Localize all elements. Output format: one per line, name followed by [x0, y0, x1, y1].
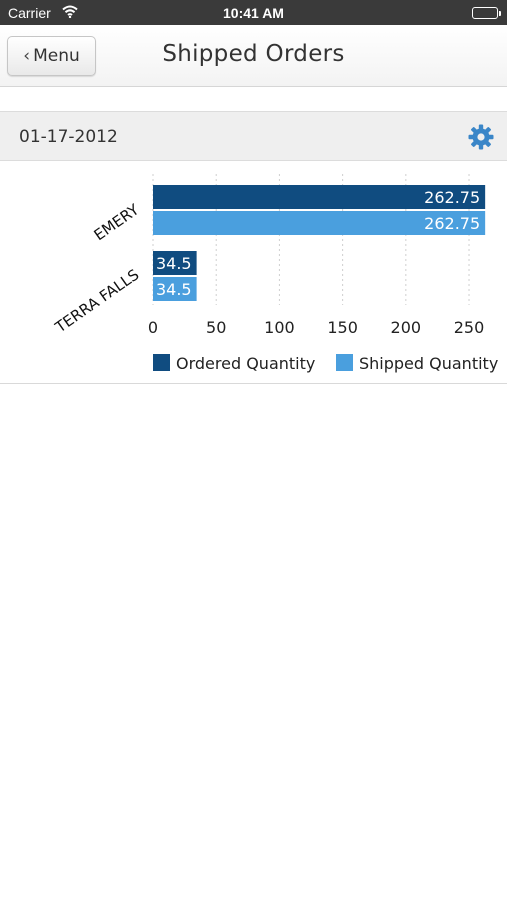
- x-tick-label: 150: [327, 318, 358, 337]
- x-tick-label: 200: [391, 318, 422, 337]
- legend-swatch-ordered: [153, 354, 170, 371]
- chart-svg: 262.75 262.75 EMERY 34.5 34.5 TERRA FALLS 0 50 1…: [51, 174, 498, 373]
- data-label: 34.5: [156, 280, 192, 299]
- legend-label: Ordered Quantity: [176, 354, 315, 373]
- data-label: 262.75: [424, 188, 480, 207]
- battery-icon: [472, 7, 501, 19]
- x-tick-label: 50: [206, 318, 226, 337]
- status-bar: Carrier 10:41 AM: [0, 0, 507, 25]
- navigation-bar: ‹ Menu Shipped Orders: [0, 25, 507, 87]
- x-tick-label: 100: [264, 318, 295, 337]
- shipped-orders-chart: 262.75 262.75 EMERY 34.5 34.5 TERRA FALLS 0 50 1…: [0, 162, 507, 384]
- page-title: Shipped Orders: [162, 41, 345, 67]
- x-tick-label: 0: [148, 318, 158, 337]
- x-tick-label: 250: [454, 318, 485, 337]
- category-label: EMERY: [91, 200, 143, 244]
- data-label: 262.75: [424, 214, 480, 233]
- status-time: 10:41 AM: [223, 5, 284, 21]
- data-label: 34.5: [156, 254, 192, 273]
- category-label: TERRA FALLS: [51, 266, 142, 337]
- legend-label: Shipped Quantity: [359, 354, 498, 373]
- selected-date[interactable]: 01-17-2012: [19, 127, 118, 147]
- legend-swatch-shipped: [336, 354, 353, 371]
- gear-icon[interactable]: [468, 124, 494, 150]
- date-bar: 01-17-2012: [0, 111, 507, 161]
